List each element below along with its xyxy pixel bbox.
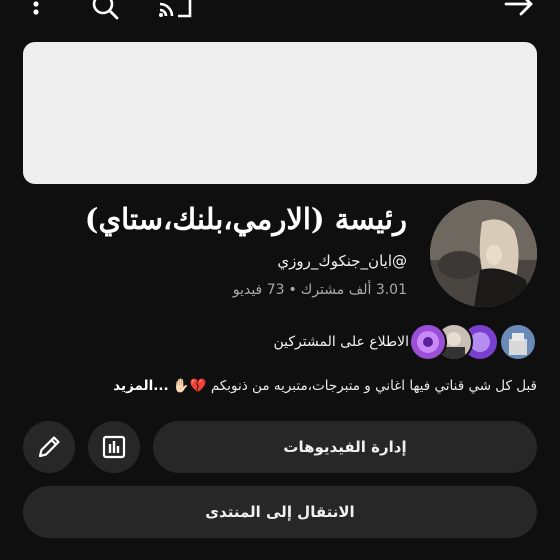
stats-separator: •: [288, 282, 297, 298]
edit-channel-button[interactable]: [23, 421, 75, 473]
forward-arrow-icon[interactable]: [502, 0, 536, 24]
subscriber-count: 3.01 ألف مشترك: [300, 282, 407, 298]
top-bar: [0, 0, 560, 26]
analytics-button[interactable]: [88, 421, 140, 473]
channel-stats: 3.01 ألف مشترك•73 فيديو: [233, 282, 407, 298]
go-to-community-button[interactable]: الانتقال إلى المنتدى: [23, 486, 537, 538]
subscriber-avatar: [499, 323, 537, 361]
manage-videos-label: إدارة الفيديوهات: [283, 438, 407, 456]
more-vert-icon[interactable]: [26, 0, 46, 24]
manage-videos-button[interactable]: إدارة الفيديوهات: [153, 421, 537, 473]
view-subscribers-label: الاطلاع على المشتركين: [273, 334, 409, 350]
description-text: قبل كل شي قناتي فيها اغاني و متبرجات،متب…: [172, 378, 537, 394]
channel-banner: [23, 42, 537, 184]
more-link[interactable]: ...المزيد: [113, 378, 168, 394]
video-count: 73 فيديو: [232, 282, 285, 298]
channel-title: رئيسة (الارمي،بلنك،ستاي): [84, 202, 407, 236]
channel-avatar[interactable]: [430, 200, 537, 307]
go-to-community-label: الانتقال إلى المنتدى: [205, 503, 355, 521]
subscriber-avatar: [409, 323, 447, 361]
channel-description[interactable]: قبل كل شي قناتي فيها اغاني و متبرجات،متب…: [113, 378, 537, 394]
cast-icon[interactable]: [156, 0, 194, 24]
view-subscribers-row[interactable]: الاطلاع على المشتركين: [273, 322, 537, 362]
search-icon[interactable]: [88, 0, 122, 24]
channel-handle: @ايان_جنكوك_روزي: [277, 252, 407, 270]
pencil-icon: [38, 436, 60, 458]
analytics-icon: [102, 435, 126, 459]
